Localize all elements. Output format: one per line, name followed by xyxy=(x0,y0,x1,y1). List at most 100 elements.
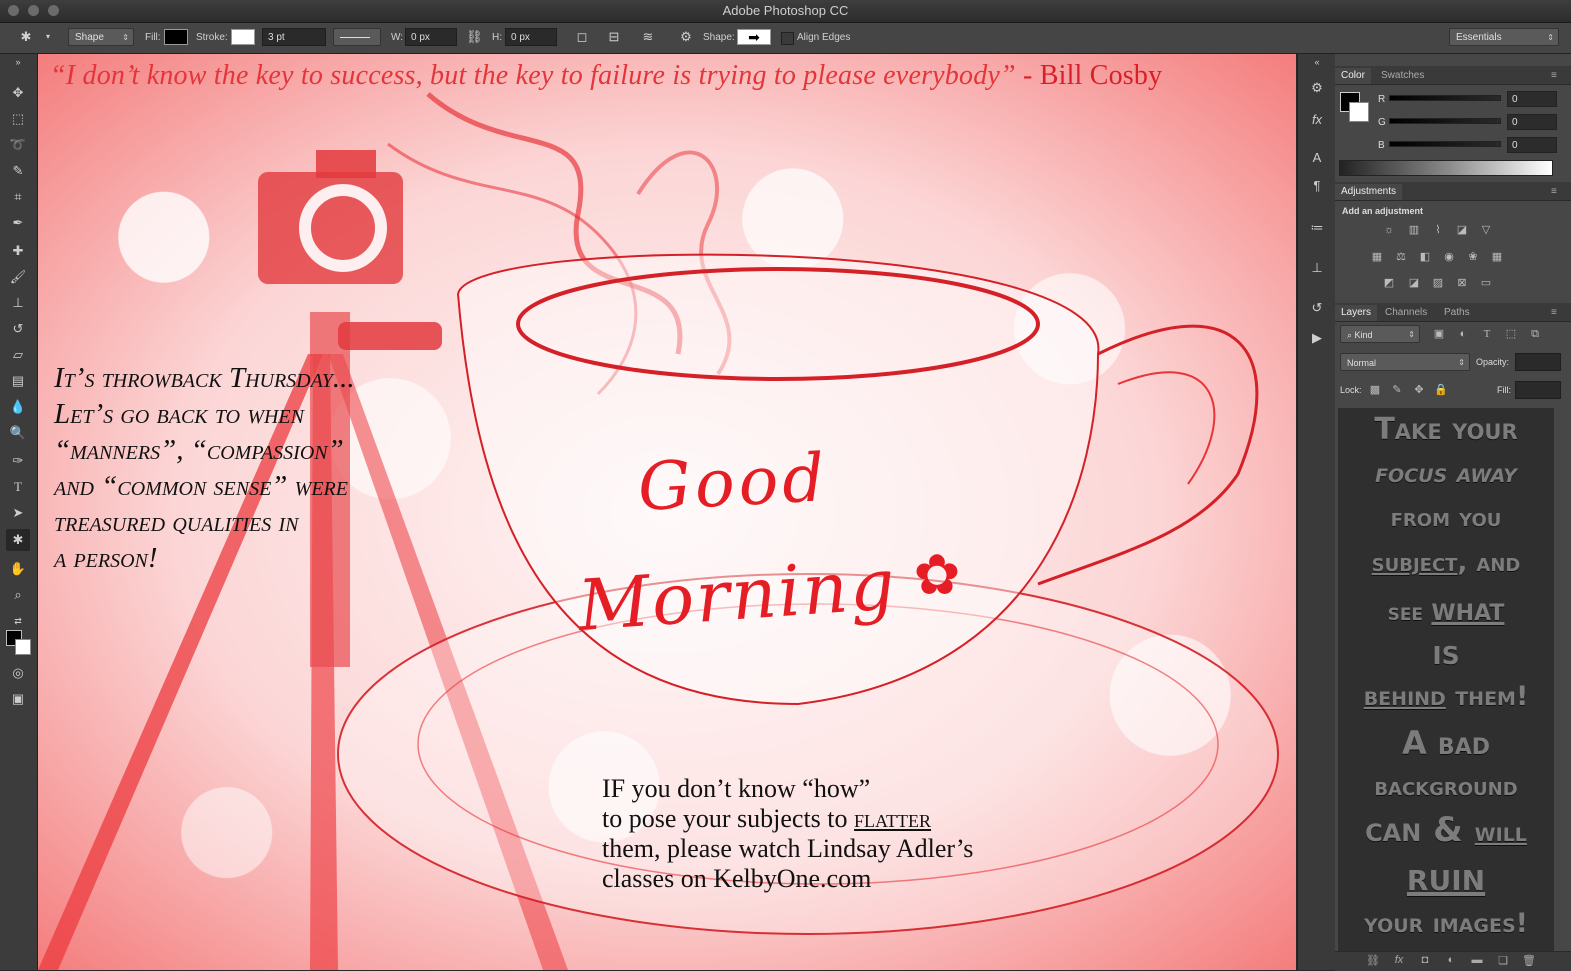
paragraph-icon[interactable]: ¶ xyxy=(1306,176,1328,196)
collapse-dock-icon[interactable]: « xyxy=(1306,56,1328,68)
styles-fx-icon[interactable]: fx xyxy=(1306,110,1328,130)
lock-pixels-icon[interactable]: ✎ xyxy=(1389,383,1405,397)
eyedropper-tool-icon[interactable]: ✒ xyxy=(6,212,30,234)
opacity-field[interactable] xyxy=(1515,353,1561,371)
swap-colors-icon[interactable]: ⇄ xyxy=(6,610,30,632)
brush-presets-icon[interactable]: ≔ xyxy=(1306,218,1328,238)
path-alignment-icon[interactable]: ⊟ xyxy=(606,29,622,45)
black-white-icon[interactable]: ◧ xyxy=(1417,250,1433,264)
lasso-tool-icon[interactable]: ➰ xyxy=(6,134,30,156)
gradient-tool-icon[interactable]: ▤ xyxy=(6,370,30,392)
tab-swatches[interactable]: Swatches xyxy=(1375,68,1430,84)
history-icon[interactable]: ↺ xyxy=(1306,298,1328,318)
blend-mode-dropdown[interactable]: Normal ⇕ xyxy=(1340,353,1470,371)
green-value-field[interactable]: 0 xyxy=(1507,114,1557,130)
lock-position-icon[interactable]: ✥ xyxy=(1411,383,1427,397)
path-arrangement-icon[interactable]: ≋ xyxy=(640,29,656,45)
tool-preset-dropdown[interactable]: ▾ xyxy=(40,29,56,45)
gradient-map-icon[interactable]: ▭ xyxy=(1478,276,1494,290)
width-field[interactable]: 0 px xyxy=(405,28,457,46)
red-value-field[interactable]: 0 xyxy=(1507,91,1557,107)
color-balance-icon[interactable]: ⚖ xyxy=(1393,250,1409,264)
new-layer-icon[interactable]: ❏ xyxy=(1495,954,1511,967)
blur-tool-icon[interactable]: 💧 xyxy=(6,396,30,418)
path-operations-icon[interactable]: ◻ xyxy=(574,29,590,45)
marquee-tool-icon[interactable]: ⬚ xyxy=(6,108,30,130)
zoom-tool-icon[interactable]: ⌕ xyxy=(6,584,30,606)
stroke-swatch[interactable] xyxy=(231,29,255,45)
crop-tool-icon[interactable]: ⌗ xyxy=(6,186,30,208)
fill-swatch[interactable] xyxy=(164,29,188,45)
tool-mode-dropdown[interactable]: Shape ⇕ xyxy=(68,28,134,46)
green-slider[interactable] xyxy=(1389,118,1501,124)
background-color-swatch[interactable] xyxy=(15,639,31,655)
color-background-swatch[interactable] xyxy=(1349,102,1369,122)
add-mask-icon[interactable]: ◘ xyxy=(1417,954,1433,966)
move-tool-icon[interactable]: ✥ xyxy=(6,82,30,104)
filter-pixel-icon[interactable]: ▣ xyxy=(1431,327,1447,341)
clone-stamp-tool-icon[interactable]: ⊥ xyxy=(6,292,30,314)
curves-icon[interactable]: ⌇ xyxy=(1430,223,1446,237)
custom-shape-tool-icon[interactable]: ✱ xyxy=(18,29,34,45)
lock-transparency-icon[interactable]: ▩ xyxy=(1367,383,1383,397)
brightness-icon[interactable]: ☼ xyxy=(1381,223,1397,237)
dodge-tool-icon[interactable]: 🔍 xyxy=(6,422,30,444)
layer-style-fx-icon[interactable]: fx xyxy=(1391,954,1407,966)
red-slider[interactable] xyxy=(1389,95,1501,101)
blue-value-field[interactable]: 0 xyxy=(1507,137,1557,153)
properties-icon[interactable]: ⚙ xyxy=(1306,78,1328,98)
quick-mask-icon[interactable]: ◎ xyxy=(6,662,30,684)
clone-source-icon[interactable]: ⊥ xyxy=(1306,258,1328,278)
align-edges-checkbox[interactable] xyxy=(781,32,794,45)
screen-mode-icon[interactable]: ▣ xyxy=(6,688,30,710)
filter-smart-object-icon[interactable]: ⧉ xyxy=(1527,327,1543,341)
actions-play-icon[interactable]: ▶ xyxy=(1306,328,1328,348)
layers-list-area[interactable]: Take your focus away from you subject, a… xyxy=(1338,408,1554,953)
filter-shape-icon[interactable]: ⬚ xyxy=(1503,327,1519,341)
photo-filter-icon[interactable]: ◉ xyxy=(1441,250,1457,264)
tab-paths[interactable]: Paths xyxy=(1438,305,1476,321)
new-group-icon[interactable]: ▬ xyxy=(1469,954,1485,966)
tab-adjustments[interactable]: Adjustments xyxy=(1335,184,1403,200)
channel-mixer-icon[interactable]: ❀ xyxy=(1465,250,1481,264)
healing-brush-tool-icon[interactable]: ✚ xyxy=(6,240,30,262)
link-layers-icon[interactable]: ⛓ xyxy=(1365,954,1381,967)
invert-icon[interactable]: ◩ xyxy=(1381,276,1397,290)
document-canvas[interactable]: “I don’t know the key to success, but th… xyxy=(38,54,1296,970)
panel-menu-icon[interactable]: ≡ xyxy=(1545,68,1563,84)
path-selection-tool-icon[interactable]: ➤ xyxy=(6,502,30,524)
panel-menu-icon[interactable]: ≡ xyxy=(1545,184,1563,200)
delete-layer-icon[interactable]: 🗑 xyxy=(1521,954,1537,967)
selective-color-icon[interactable]: ⊠ xyxy=(1454,276,1470,290)
brush-tool-icon[interactable]: 🖌 xyxy=(6,266,30,288)
exposure-icon[interactable]: ◪ xyxy=(1454,223,1470,237)
workspace-dropdown[interactable]: Essentials ⇕ xyxy=(1449,28,1559,46)
quick-select-tool-icon[interactable]: ✎ xyxy=(6,160,30,182)
character-icon[interactable]: A xyxy=(1306,148,1328,168)
tab-layers[interactable]: Layers xyxy=(1335,305,1378,321)
posterize-icon[interactable]: ◪ xyxy=(1406,276,1422,290)
hand-tool-icon[interactable]: ✋ xyxy=(6,558,30,580)
type-tool-icon[interactable]: T xyxy=(6,476,30,498)
history-brush-tool-icon[interactable]: ↺ xyxy=(6,318,30,340)
stroke-width-field[interactable]: 3 pt xyxy=(262,28,326,46)
panel-menu-icon[interactable]: ≡ xyxy=(1545,305,1563,321)
shape-picker[interactable]: ➡ xyxy=(737,29,771,45)
threshold-icon[interactable]: ▨ xyxy=(1430,276,1446,290)
tab-color[interactable]: Color xyxy=(1335,68,1371,84)
gear-icon[interactable]: ⚙ xyxy=(678,29,694,45)
color-ramp[interactable] xyxy=(1339,160,1553,176)
vibrance-icon[interactable]: ▽ xyxy=(1478,223,1494,237)
link-icon[interactable]: ⛓ xyxy=(466,29,483,45)
color-lookup-icon[interactable]: ▦ xyxy=(1489,250,1505,264)
custom-shape-tool-icon[interactable]: ✱ xyxy=(6,529,30,551)
layer-filter-kind-dropdown[interactable]: ⌕ Kind ⇕ xyxy=(1340,325,1420,343)
collapse-toolbar-icon[interactable]: » xyxy=(6,56,30,68)
fill-field[interactable] xyxy=(1515,381,1561,399)
levels-icon[interactable]: ▥ xyxy=(1406,223,1422,237)
height-field[interactable]: 0 px xyxy=(505,28,557,46)
pen-tool-icon[interactable]: ✑ xyxy=(6,450,30,472)
tab-channels[interactable]: Channels xyxy=(1379,305,1433,321)
hue-saturation-icon[interactable]: ▦ xyxy=(1369,250,1385,264)
filter-type-icon[interactable]: T xyxy=(1479,327,1495,341)
